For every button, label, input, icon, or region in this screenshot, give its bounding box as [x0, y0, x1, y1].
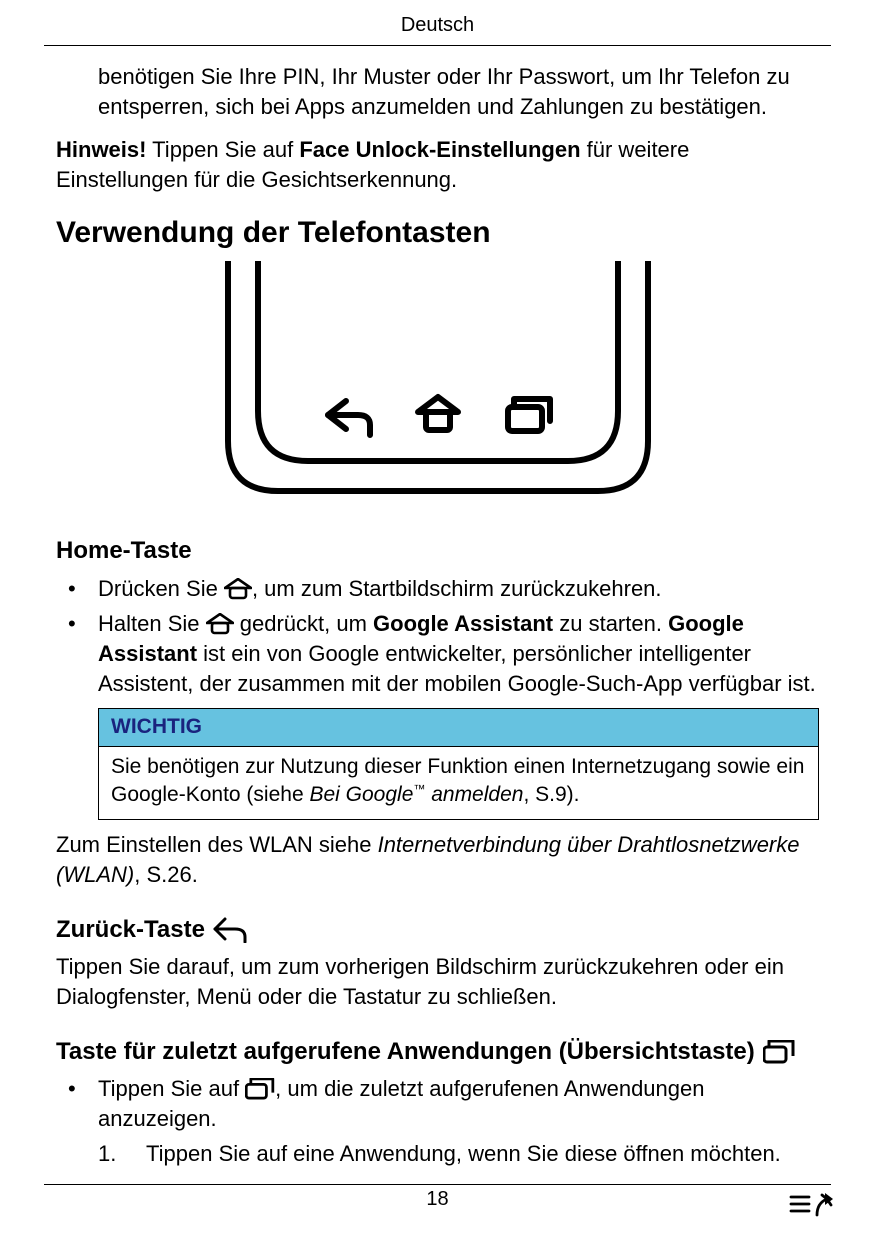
document-language: Deutsch: [16, 12, 859, 45]
important-ref-1: Bei Google: [309, 783, 413, 806]
subheading-back-key: Zurück-Taste: [56, 914, 819, 946]
trademark-symbol: ™: [413, 782, 425, 796]
home-b1-post: , um zum Startbildschirm zurückzukehren.: [252, 576, 662, 601]
recent-bullet-1: Tippen Sie auf , um die zuletzt aufgeruf…: [56, 1074, 819, 1169]
home-b2-bold1: Google Assistant: [373, 611, 553, 636]
subheading-home-key: Home-Taste: [56, 535, 819, 567]
intro-continuation-text: benötigen Sie Ihre PIN, Ihr Muster oder …: [98, 62, 819, 121]
recents-icon: [763, 1040, 795, 1064]
home-icon: [224, 578, 252, 600]
phone-nav-bar-illustration: [208, 261, 668, 511]
back-heading-text: Zurück-Taste: [56, 914, 205, 946]
note-bold-phrase: Face Unlock-Einstellungen: [299, 137, 580, 162]
home-bullet-2: Halten Sie gedrückt, um Google Assistant…: [56, 609, 819, 820]
step-number: 1.: [98, 1139, 116, 1169]
recent-steps: 1. Tippen Sie auf eine Anwendung, wenn S…: [98, 1139, 819, 1169]
recent-b1-pre: Tippen Sie auf: [98, 1076, 245, 1101]
step-text: Tippen Sie auf eine Anwendung, wenn Sie …: [146, 1141, 781, 1166]
return-to-toc-icon[interactable]: [789, 1191, 835, 1219]
header-divider: [44, 45, 831, 46]
home-b2-pre: Halten Sie: [98, 611, 206, 636]
important-body: Sie benötigen zur Nutzung dieser Funktio…: [99, 747, 818, 820]
recents-icon: [245, 1078, 275, 1100]
subheading-recent-key: Taste für zuletzt aufgerufene Anwendunge…: [56, 1036, 819, 1068]
important-pageref: , S.9).: [523, 783, 579, 806]
back-key-body: Tippen Sie darauf, um zum vorherigen Bil…: [56, 952, 819, 1011]
important-title: WICHTIG: [99, 709, 818, 746]
home-icon: [206, 613, 234, 635]
home-key-list: Drücken Sie , um zum Startbildschirm zur…: [56, 574, 819, 821]
note-paragraph: Hinweis! Tippen Sie auf Face Unlock-Eins…: [56, 135, 819, 194]
home-b2-mid2: zu starten.: [553, 611, 668, 636]
important-ref-2: anmelden: [425, 783, 523, 806]
home-bullet-1: Drücken Sie , um zum Startbildschirm zur…: [56, 574, 819, 604]
page-number: 18: [0, 1186, 875, 1213]
recent-key-list: Tippen Sie auf , um die zuletzt aufgeruf…: [56, 1074, 819, 1169]
recent-heading-text: Taste für zuletzt aufgerufene Anwendunge…: [56, 1036, 755, 1068]
wlan-post: , S.26.: [134, 862, 198, 887]
recent-step-1: 1. Tippen Sie auf eine Anwendung, wenn S…: [98, 1139, 819, 1169]
footer-divider: [44, 1184, 831, 1185]
wlan-paragraph: Zum Einstellen des WLAN siehe Internetve…: [56, 830, 819, 889]
note-text-1: Tippen Sie auf: [146, 137, 299, 162]
wlan-pre: Zum Einstellen des WLAN siehe: [56, 832, 378, 857]
important-callout: WICHTIG Sie benötigen zur Nutzung dieser…: [98, 708, 819, 820]
note-prefix: Hinweis!: [56, 137, 146, 162]
back-icon: [213, 917, 247, 943]
section-heading-phone-buttons: Verwendung der Telefontasten: [56, 213, 819, 254]
home-b1-pre: Drücken Sie: [98, 576, 224, 601]
home-b2-post: ist ein von Google entwickelter, persönl…: [98, 641, 816, 696]
home-b2-mid1: gedrückt, um: [234, 611, 373, 636]
